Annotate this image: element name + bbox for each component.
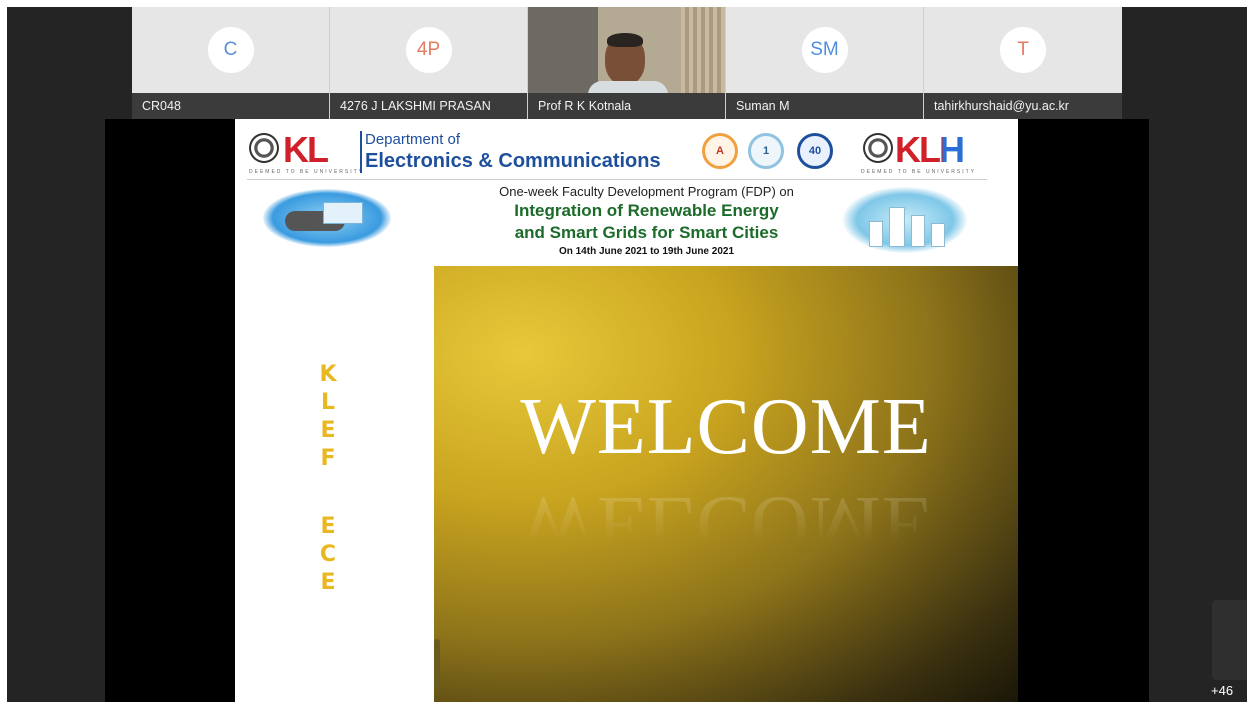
department-name: Electronics & Communications (365, 150, 661, 172)
header-divider (360, 131, 362, 173)
kl-logo-tagline: DEEMED TO BE UNIVERSITY (249, 169, 364, 175)
klh-logo-tagline: DEEMED TO BE UNIVERSITY (861, 169, 976, 175)
department-label: Department of (365, 131, 461, 148)
panel-edge (434, 639, 440, 689)
participant-tile[interactable]: SM Suman M (726, 7, 924, 119)
fdp-title-line1: Integration of Renewable Energy (514, 201, 779, 220)
rank-badge-icon: 1 (748, 133, 784, 169)
side-letter: L (320, 390, 336, 415)
participant-strip: C CR048 4P 4276 J LAKSHMI PRASAN Prof R … (132, 7, 1122, 119)
fdp-title-line2: and Smart Grids for Smart Cities (514, 223, 779, 242)
naac-badge-icon: A (702, 133, 738, 169)
video-background (681, 7, 725, 93)
klh-logo: KLH (895, 129, 965, 170)
participant-avatar: 4P (405, 27, 452, 73)
presentation-slide: KL DEEMED TO BE UNIVERSITY Department of… (235, 119, 1018, 702)
participant-hair (607, 33, 643, 47)
more-participants-count[interactable]: +46 (1211, 683, 1233, 698)
participant-avatar: SM (801, 27, 848, 73)
participant-name: Suman M (726, 93, 923, 119)
participant-avatar: C (207, 27, 254, 73)
fdp-date: On 14th June 2021 to 19th June 2021 (558, 246, 735, 257)
more-participants-panel[interactable] (1212, 600, 1247, 680)
welcome-panel: WELCOME WELCOME (434, 266, 1018, 702)
side-letter: E (320, 514, 336, 539)
side-letter: E (320, 418, 336, 443)
kl-logo: KL (283, 129, 329, 170)
participant-name: Prof R K Kotnala (528, 93, 725, 119)
participant-name: 4276 J LAKSHMI PRASAN (330, 93, 527, 119)
participant-video-tile[interactable]: Prof R K Kotnala (528, 7, 726, 119)
side-letter: C (319, 542, 337, 567)
video-meeting-window: C CR048 4P 4276 J LAKSHMI PRASAN Prof R … (0, 0, 1247, 702)
side-letter: E (320, 570, 336, 595)
welcome-text: WELCOME (520, 383, 932, 471)
participant-tile[interactable]: C CR048 (132, 7, 330, 119)
participant-tile[interactable]: 4P 4276 J LAKSHMI PRASAN (330, 7, 528, 119)
participant-name: tahirkhurshaid@yu.ac.kr (924, 93, 1122, 119)
participant-name: CR048 (132, 93, 329, 119)
anniversary-badge-icon: 40 (797, 133, 833, 169)
welcome-reflection: WELCOME (520, 480, 932, 568)
header-rule (247, 179, 987, 180)
side-letter: K (319, 362, 337, 387)
participant-tile[interactable]: T tahirkhurshaid@yu.ac.kr (924, 7, 1122, 119)
university-seal-icon (249, 133, 279, 163)
video-background (528, 7, 598, 93)
fdp-subtitle: One-week Faculty Development Program (FD… (499, 184, 794, 199)
participant-avatar: T (1000, 27, 1046, 73)
university-seal-icon (863, 133, 893, 163)
side-letter: F (320, 446, 336, 471)
